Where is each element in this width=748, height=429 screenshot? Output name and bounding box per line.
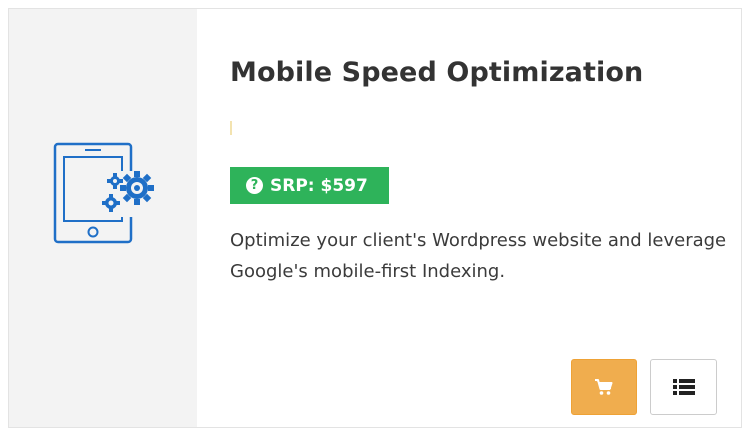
list-icon [672,379,695,395]
product-description: Optimize your client's Wordpress website… [230,230,727,282]
rating-placeholder [230,121,232,135]
details-list-button[interactable] [650,359,717,415]
cart-icon [595,379,613,395]
tablet-gears-icon [53,142,157,244]
srp-label: SRP: $597 [270,175,368,196]
product-content: Mobile Speed Optimization ? SRP: $597 Op… [230,9,741,427]
add-to-cart-button[interactable] [571,359,637,415]
product-card: Mobile Speed Optimization ? SRP: $597 Op… [8,8,742,428]
product-image-panel [9,9,197,427]
help-icon[interactable]: ? [246,177,263,194]
srp-badge: ? SRP: $597 [230,167,389,204]
product-title: Mobile Speed Optimization [230,57,644,88]
